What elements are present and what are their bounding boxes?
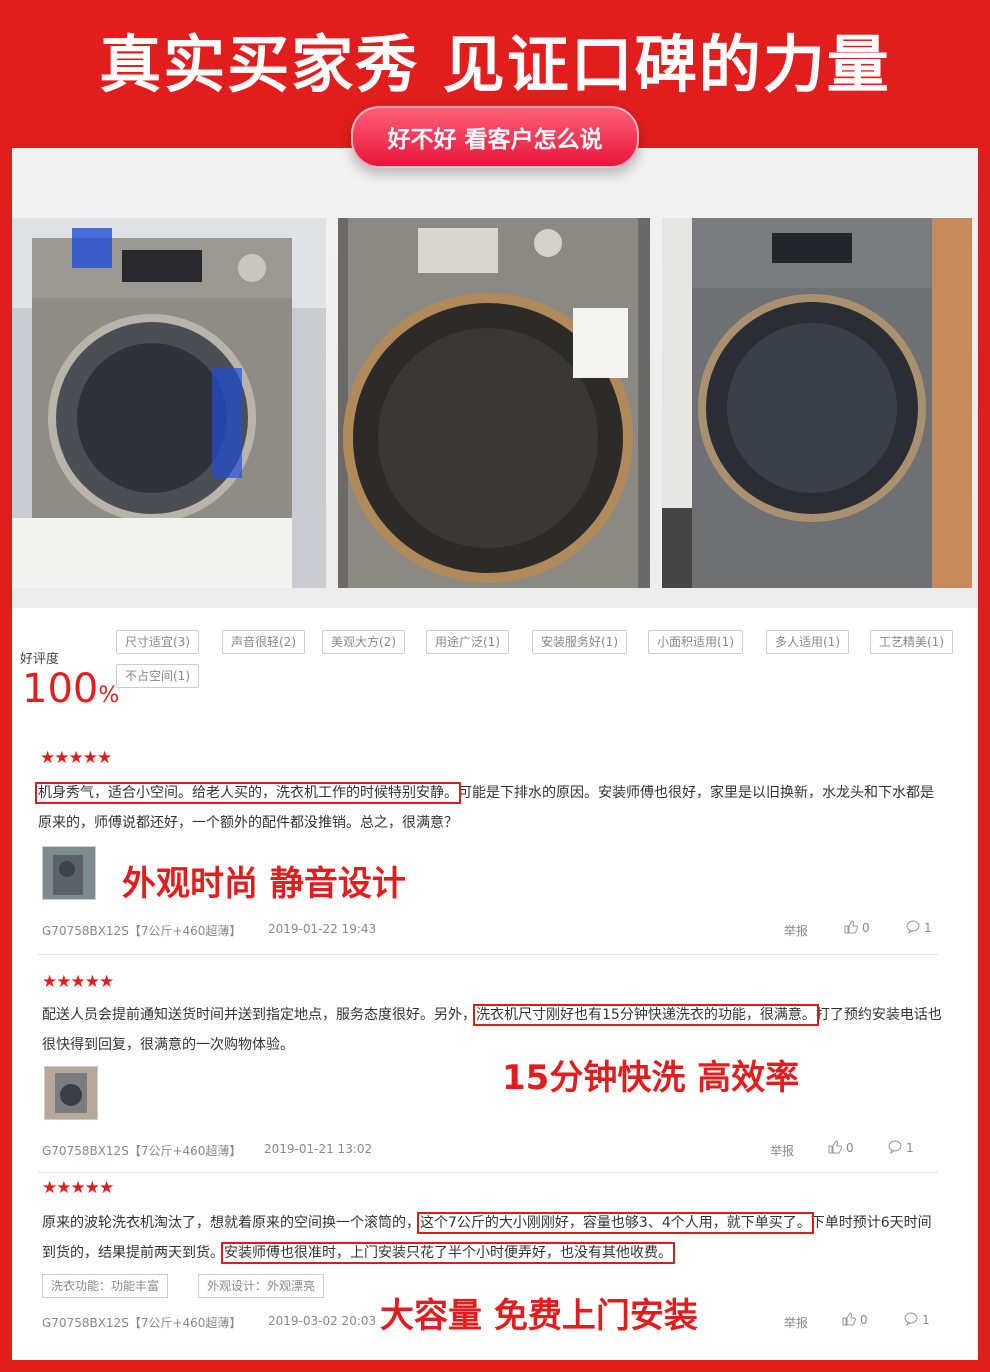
review-1-thumbnail[interactable] (42, 846, 96, 900)
buyer-photo-1[interactable] (12, 218, 326, 588)
review-1-callout: 外观时尚 静音设计 (122, 864, 406, 904)
review-2-callout: 15分钟快洗 高效率 (502, 1058, 800, 1098)
review-1-comments: 1 (924, 921, 932, 935)
thumbs-up-icon (842, 1312, 856, 1326)
washer-photo-3 (662, 218, 972, 588)
review-3-date: 2019-03-02 20:03 (268, 1314, 377, 1328)
review-2-thumbnail[interactable] (44, 1066, 98, 1120)
subtitle-pill: 好不好 看客户怎么说 (351, 106, 639, 168)
review-3-text: 原来的波轮洗衣机淘汰了，想就着原来的空间换一个滚筒的，这个7公斤的大小刚刚好，容… (42, 1208, 942, 1268)
review-3-callout: 大容量 免费上门安装 (380, 1296, 698, 1336)
review-3-stars: ★★★★★ (42, 1178, 114, 1198)
review-1-report[interactable]: 举报 (784, 922, 808, 939)
buyer-photo-2[interactable] (338, 218, 650, 588)
review-1-like-button[interactable]: 0 (844, 920, 870, 935)
review-3-likes: 0 (860, 1313, 868, 1327)
comment-icon (904, 1312, 918, 1326)
tag-1[interactable]: 尺寸适宜(3) (116, 630, 199, 654)
review-1-stars: ★★★★★ (40, 748, 112, 768)
review-3-highlight-2: 安装师傅也很准时，上门安装只花了半个小时便弄好，也没有其他收费。 (221, 1242, 675, 1264)
review-1-text: 机身秀气，适合小空间。给老人买的，洗衣机工作的时候特别安静。可能是下排水的原因。… (35, 778, 938, 838)
review-1-likes: 0 (862, 921, 870, 935)
review-1-comment-button[interactable]: 1 (906, 920, 932, 935)
review-3-tag-2[interactable]: 外观设计：外观漂亮 (198, 1274, 325, 1298)
review-2-stars: ★★★★★ (42, 972, 114, 992)
review-2-report[interactable]: 举报 (770, 1142, 794, 1159)
divider (38, 1172, 938, 1173)
tag-4[interactable]: 用途广泛(1) (426, 630, 509, 654)
review-3-comment-button[interactable]: 1 (904, 1312, 930, 1327)
review-2-highlight: 洗衣机尺寸刚好也有15分钟快递洗衣的功能，很满意。 (473, 1004, 819, 1026)
review-2-comments: 1 (906, 1141, 914, 1155)
review-3-model: G70758BX12S【7公斤+460超薄】 (42, 1316, 242, 1330)
tag-2[interactable]: 声音很轻(2) (222, 630, 305, 654)
page-title: 真实买家秀 见证口碑的力量 (99, 28, 891, 101)
subtitle-pill-wrap: 好不好 看客户怎么说 (0, 106, 990, 168)
review-2-text: 配送人员会提前通知送货时间并送到指定地点，服务态度很好。另外，洗衣机尺寸刚好也有… (42, 1000, 942, 1060)
rating-number: 100 (22, 666, 99, 712)
comment-icon (888, 1140, 902, 1154)
review-3-tag-1[interactable]: 洗衣功能：功能丰富 (42, 1274, 169, 1298)
washer-photo-1 (12, 218, 326, 588)
review-2-text-before: 配送人员会提前通知送货时间并送到指定地点，服务态度很好。另外， (42, 1007, 476, 1023)
review-2-date: 2019-01-21 13:02 (264, 1142, 373, 1156)
rating-value: 100% (22, 666, 119, 712)
review-1-date: 2019-01-22 19:43 (268, 922, 377, 936)
tag-8[interactable]: 工艺精美(1) (870, 630, 953, 654)
review-3-report[interactable]: 举报 (784, 1314, 808, 1331)
review-1-model: G70758BX12S【7公斤+460超薄】 (42, 924, 242, 938)
buyer-photo-3[interactable] (662, 218, 972, 588)
review-2-comment-button[interactable]: 1 (888, 1140, 914, 1155)
review-2-model: G70758BX12S【7公斤+460超薄】 (42, 1144, 242, 1158)
tag-9[interactable]: 不占空间(1) (116, 664, 199, 688)
review-1-highlight: 机身秀气，适合小空间。给老人买的，洗衣机工作的时候特别安静。 (35, 782, 461, 804)
review-2-likes: 0 (846, 1141, 854, 1155)
comment-icon (906, 920, 920, 934)
tag-5[interactable]: 安装服务好(1) (532, 630, 627, 654)
review-panel: 好评度 100% 尺寸适宜(3) 声音很轻(2) 美观大方(2) 用途广泛(1)… (12, 148, 978, 1360)
thumbs-up-icon (828, 1140, 842, 1154)
rating-label: 好评度 (20, 652, 60, 667)
review-2-like-button[interactable]: 0 (828, 1140, 854, 1155)
tag-7[interactable]: 多人适用(1) (766, 630, 849, 654)
review-3-highlight: 这个7公斤的大小刚刚好，容量也够3、4个人用，就下单买了。 (417, 1212, 814, 1234)
tag-6[interactable]: 小面积适用(1) (648, 630, 743, 654)
tag-3[interactable]: 美观大方(2) (322, 630, 405, 654)
review-3-like-button[interactable]: 0 (842, 1312, 868, 1327)
review-3-text-before: 原来的波轮洗衣机淘汰了，想就着原来的空间换一个滚筒的， (42, 1215, 420, 1231)
divider (38, 954, 938, 955)
washer-photo-2 (338, 218, 650, 588)
review-3-comments: 1 (922, 1313, 930, 1327)
thumbs-up-icon (844, 920, 858, 934)
